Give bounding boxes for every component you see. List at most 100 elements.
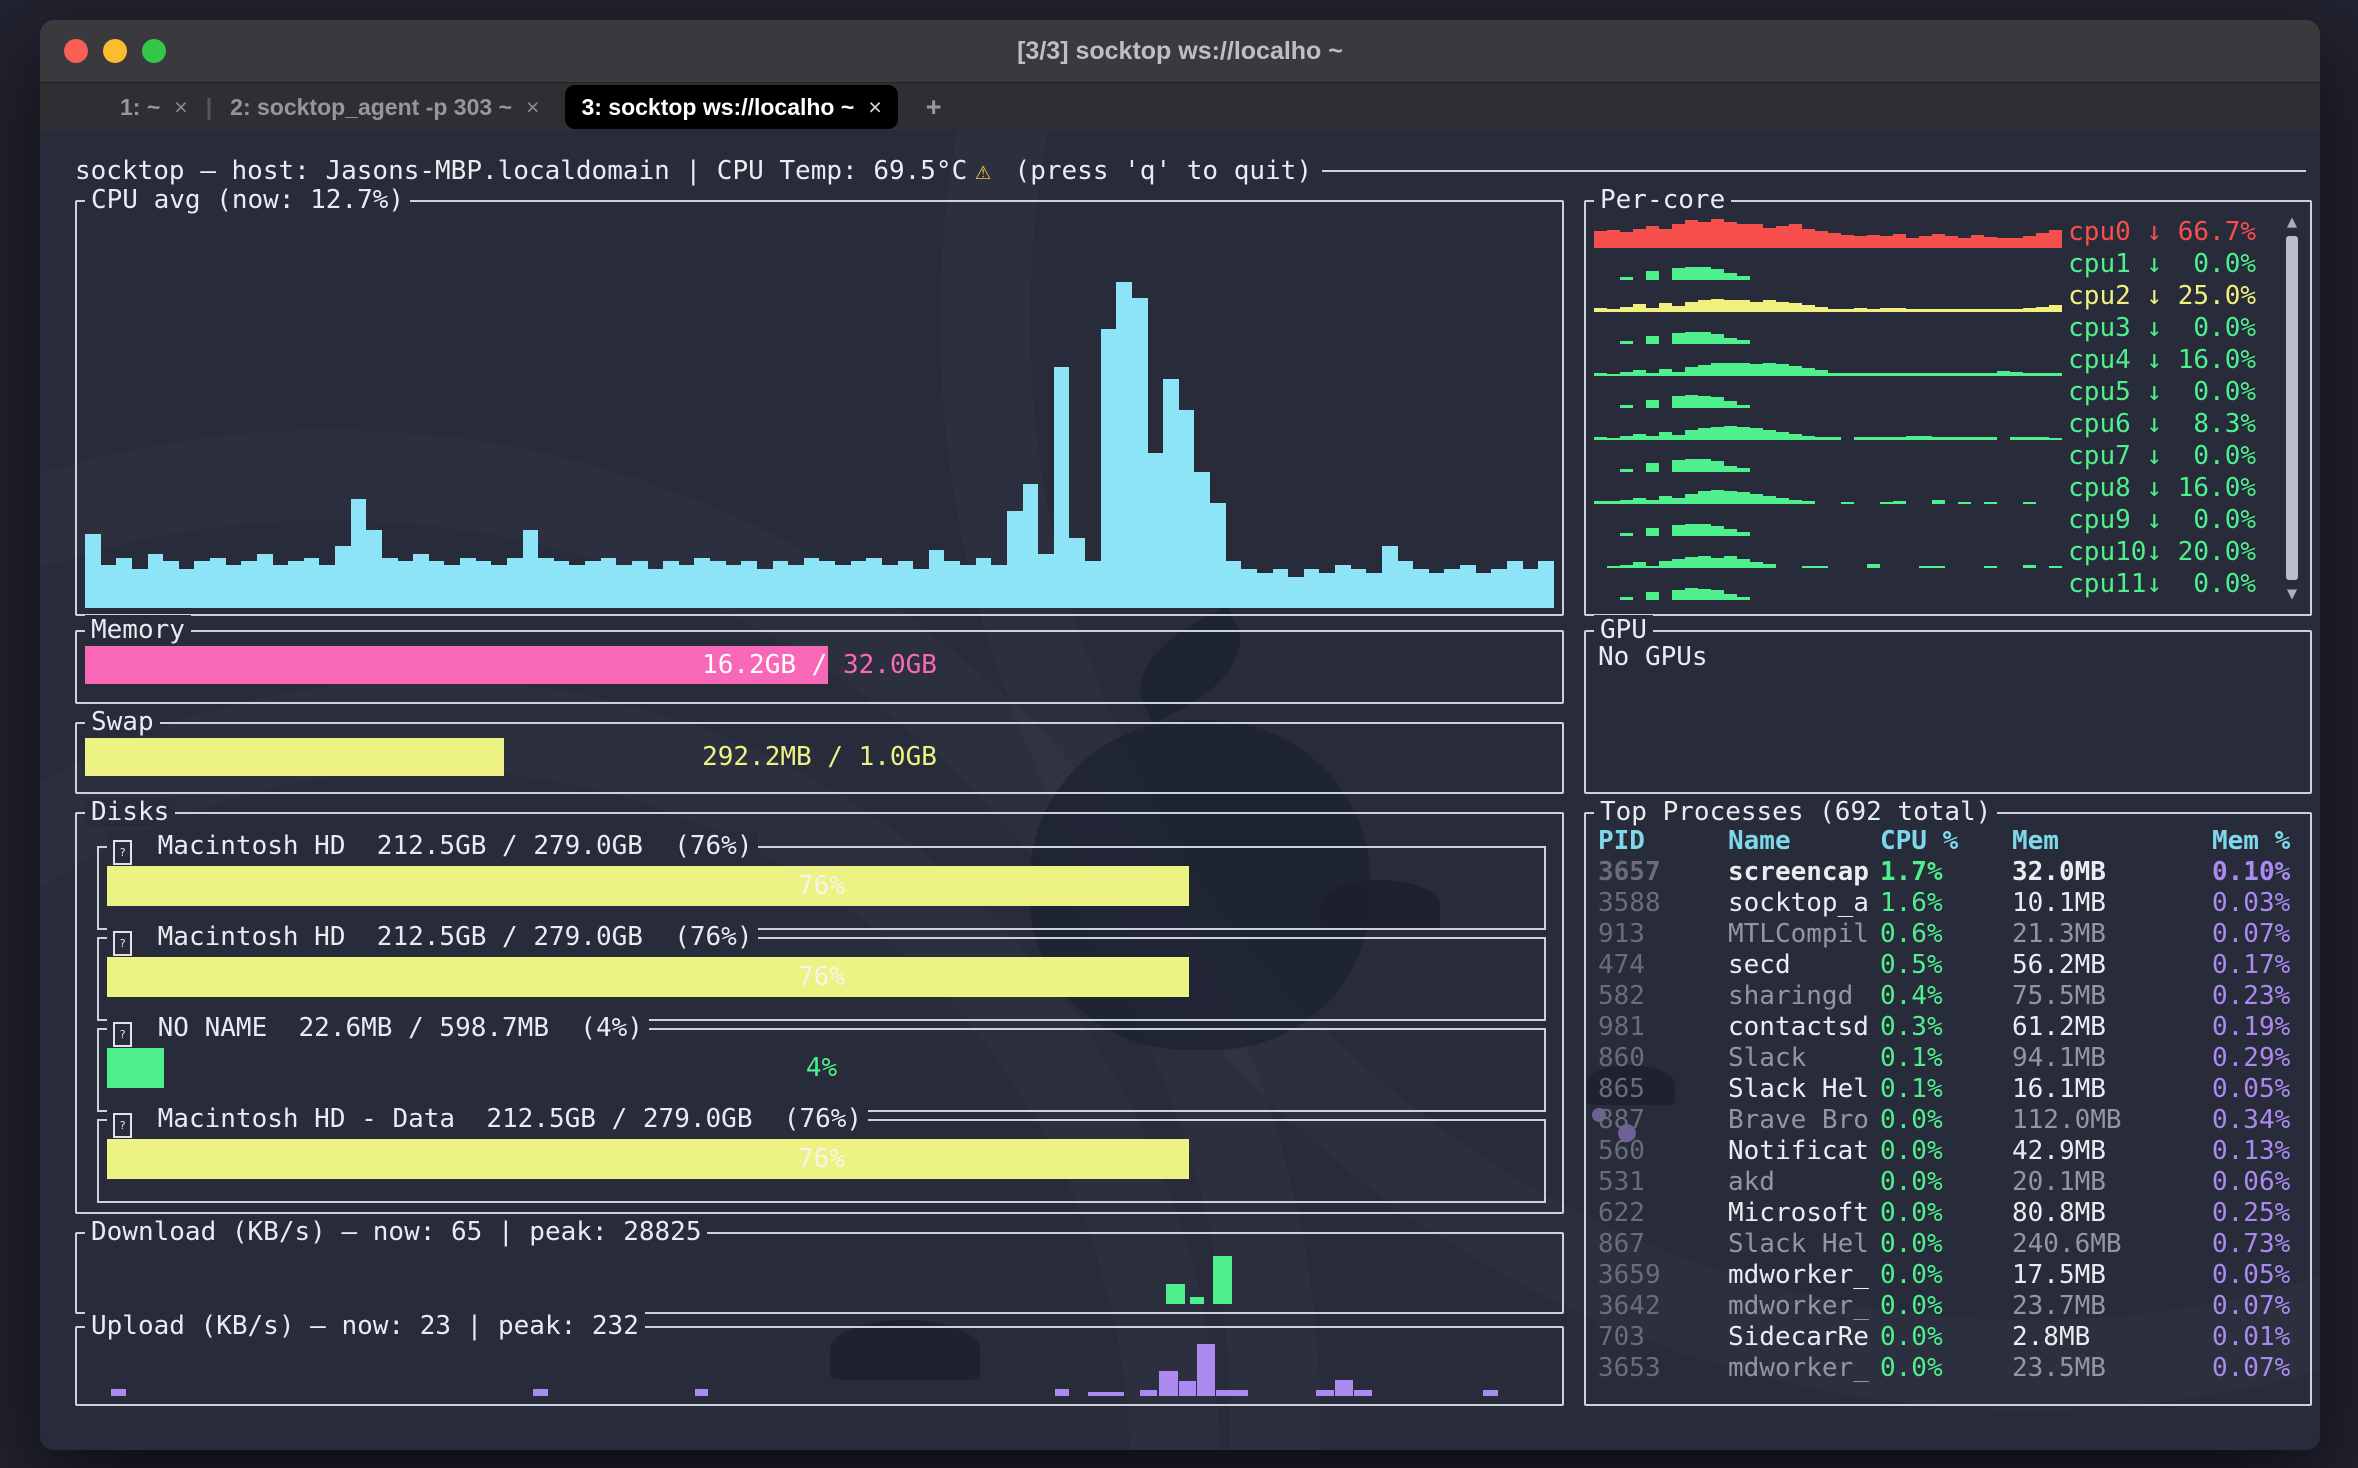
- gpu-panel: GPU No GPUs: [1584, 630, 2312, 794]
- cpu-bar: [1023, 484, 1039, 608]
- process-row: 474secd0.5%56.2MB0.17%: [1586, 950, 2310, 981]
- core-label: cpu6 ↓ 8.3%: [2068, 409, 2256, 440]
- cpu-bar: [1241, 569, 1257, 608]
- cpu-bar: [319, 565, 335, 608]
- net-bar: [1055, 1389, 1070, 1396]
- tab-3[interactable]: 3: socktop ws://localho ~×: [565, 85, 897, 129]
- process-row: 3657screencap1.7%32.0MB0.10%: [1586, 857, 2310, 888]
- scroll-up-icon[interactable]: ▲: [2287, 212, 2297, 232]
- process-cpu: 0.4%: [1880, 981, 2012, 1012]
- cpu-bar: [194, 561, 210, 608]
- process-mem-pct: 0.01%: [2212, 1322, 2310, 1353]
- spark-bar: [1672, 396, 1685, 408]
- spark-bar: [1685, 395, 1698, 408]
- cpu-bar: [679, 565, 695, 608]
- disk-title-text: NO NAME 22.6MB / 598.7MB (4%): [142, 1013, 643, 1043]
- spark-bar: [1750, 494, 1763, 504]
- disk-title: ? NO NAME 22.6MB / 598.7MB (4%): [107, 1013, 649, 1045]
- tab-close-icon[interactable]: ×: [526, 94, 539, 121]
- net-bar: [1216, 1390, 1248, 1396]
- disk-title: ? Macintosh HD 212.5GB / 279.0GB (76%): [107, 922, 758, 954]
- cpu-bar: [663, 561, 679, 608]
- core-sparkline: [1594, 344, 2062, 376]
- spark-bar: [1867, 235, 1880, 248]
- scrollbar-thumb[interactable]: [2286, 236, 2298, 580]
- download-title: Download (KB/s) — now: 65 | peak: 28825: [85, 1217, 707, 1247]
- spark-bar: [1711, 299, 1724, 312]
- process-pid: 860: [1598, 1043, 1728, 1074]
- new-tab-button[interactable]: +: [908, 92, 960, 123]
- process-mem: 61.2MB: [2012, 1012, 2212, 1043]
- spark-bar: [1815, 231, 1828, 248]
- cpu-bar: [85, 534, 101, 608]
- process-mem-pct: 0.13%: [2212, 1136, 2310, 1167]
- tab-2[interactable]: 2: socktop_agent -p 303 ~×: [214, 83, 555, 131]
- quit-hint: (press 'q' to quit): [999, 156, 1312, 186]
- core-label: cpu7 ↓ 0.0%: [2068, 441, 2256, 472]
- spark-bar: [1724, 273, 1737, 280]
- disk-meter: 76%: [107, 866, 1536, 906]
- process-mem: 240.6MB: [2012, 1229, 2212, 1260]
- core-row: cpu4 ↓ 16.0%: [1594, 344, 2256, 376]
- spark-bar: [1659, 369, 1672, 376]
- spark-bar: [1724, 529, 1737, 536]
- net-bar: [1197, 1344, 1215, 1396]
- core-sparkline: [1594, 568, 2062, 600]
- cpu-bar: [491, 565, 507, 608]
- spark-bar: [1750, 224, 1763, 248]
- net-bar: [1088, 1392, 1123, 1396]
- process-name: Brave Bro: [1728, 1105, 1880, 1136]
- process-mem-pct: 0.06%: [2212, 1167, 2310, 1198]
- cpu-bar: [976, 558, 992, 608]
- cpu-bar: [1210, 503, 1226, 608]
- spark-bar: [1646, 463, 1659, 472]
- disk-subpanel: ? Macintosh HD 212.5GB / 279.0GB (76%)76…: [97, 937, 1546, 1021]
- spark-bar: [1698, 222, 1711, 248]
- spark-bar: [1646, 336, 1659, 344]
- process-pid: 865: [1598, 1074, 1728, 1105]
- cpu-bar: [273, 565, 289, 608]
- cpu-bar: [1319, 573, 1335, 608]
- spark-bar: [1724, 594, 1737, 600]
- process-mem: 80.8MB: [2012, 1198, 2212, 1229]
- process-mem-pct: 0.03%: [2212, 888, 2310, 919]
- process-pid: 3642: [1598, 1291, 1728, 1322]
- spark-bar: [1711, 427, 1724, 440]
- cpu-bar: [1148, 453, 1164, 608]
- tab-close-icon[interactable]: ×: [868, 94, 881, 121]
- download-panel: Download (KB/s) — now: 65 | peak: 28825: [75, 1232, 1564, 1314]
- spark-bar: [1763, 363, 1776, 376]
- process-name: socktop_a: [1728, 888, 1880, 919]
- disk-subpanel: ? Macintosh HD 212.5GB / 279.0GB (76%)76…: [97, 846, 1546, 930]
- core-sparkline: [1594, 376, 2062, 408]
- tab-1[interactable]: 1: ~ ×: [104, 83, 204, 131]
- spark-bar: [1698, 589, 1711, 600]
- net-bar: [1483, 1390, 1498, 1396]
- per-core-scrollbar[interactable]: ▲ ▼: [2282, 212, 2302, 604]
- cpu-bar: [1069, 538, 1085, 608]
- core-label: cpu8 ↓ 16.0%: [2068, 473, 2256, 504]
- spark-bar: [1711, 334, 1724, 344]
- cpu-bar: [351, 499, 367, 608]
- spark-bar: [1698, 556, 1711, 568]
- disk-pct-label: 76%: [107, 866, 1536, 906]
- spark-bar: [1945, 236, 1958, 248]
- process-cpu: 1.6%: [1880, 888, 2012, 919]
- core-label: cpu5 ↓ 0.0%: [2068, 377, 2256, 408]
- scroll-down-icon[interactable]: ▼: [2287, 584, 2297, 604]
- disk-pct-label: 76%: [107, 957, 1536, 997]
- column-header: Name: [1728, 826, 1880, 857]
- spark-bar: [1750, 364, 1763, 376]
- spark-bar: [1776, 364, 1789, 376]
- spark-bar: [1906, 238, 1919, 248]
- process-mem: 17.5MB: [2012, 1260, 2212, 1291]
- tab-close-icon[interactable]: ×: [174, 94, 187, 121]
- core-sparkline: [1594, 472, 2062, 504]
- process-mem: 20.1MB: [2012, 1167, 2212, 1198]
- spark-bar: [1698, 428, 1711, 440]
- spark-bar: [1763, 430, 1776, 440]
- tab-label: 1: ~: [120, 94, 160, 121]
- spark-bar: [1724, 300, 1737, 312]
- process-pid: 3653: [1598, 1353, 1728, 1384]
- cpu-bar: [366, 530, 382, 608]
